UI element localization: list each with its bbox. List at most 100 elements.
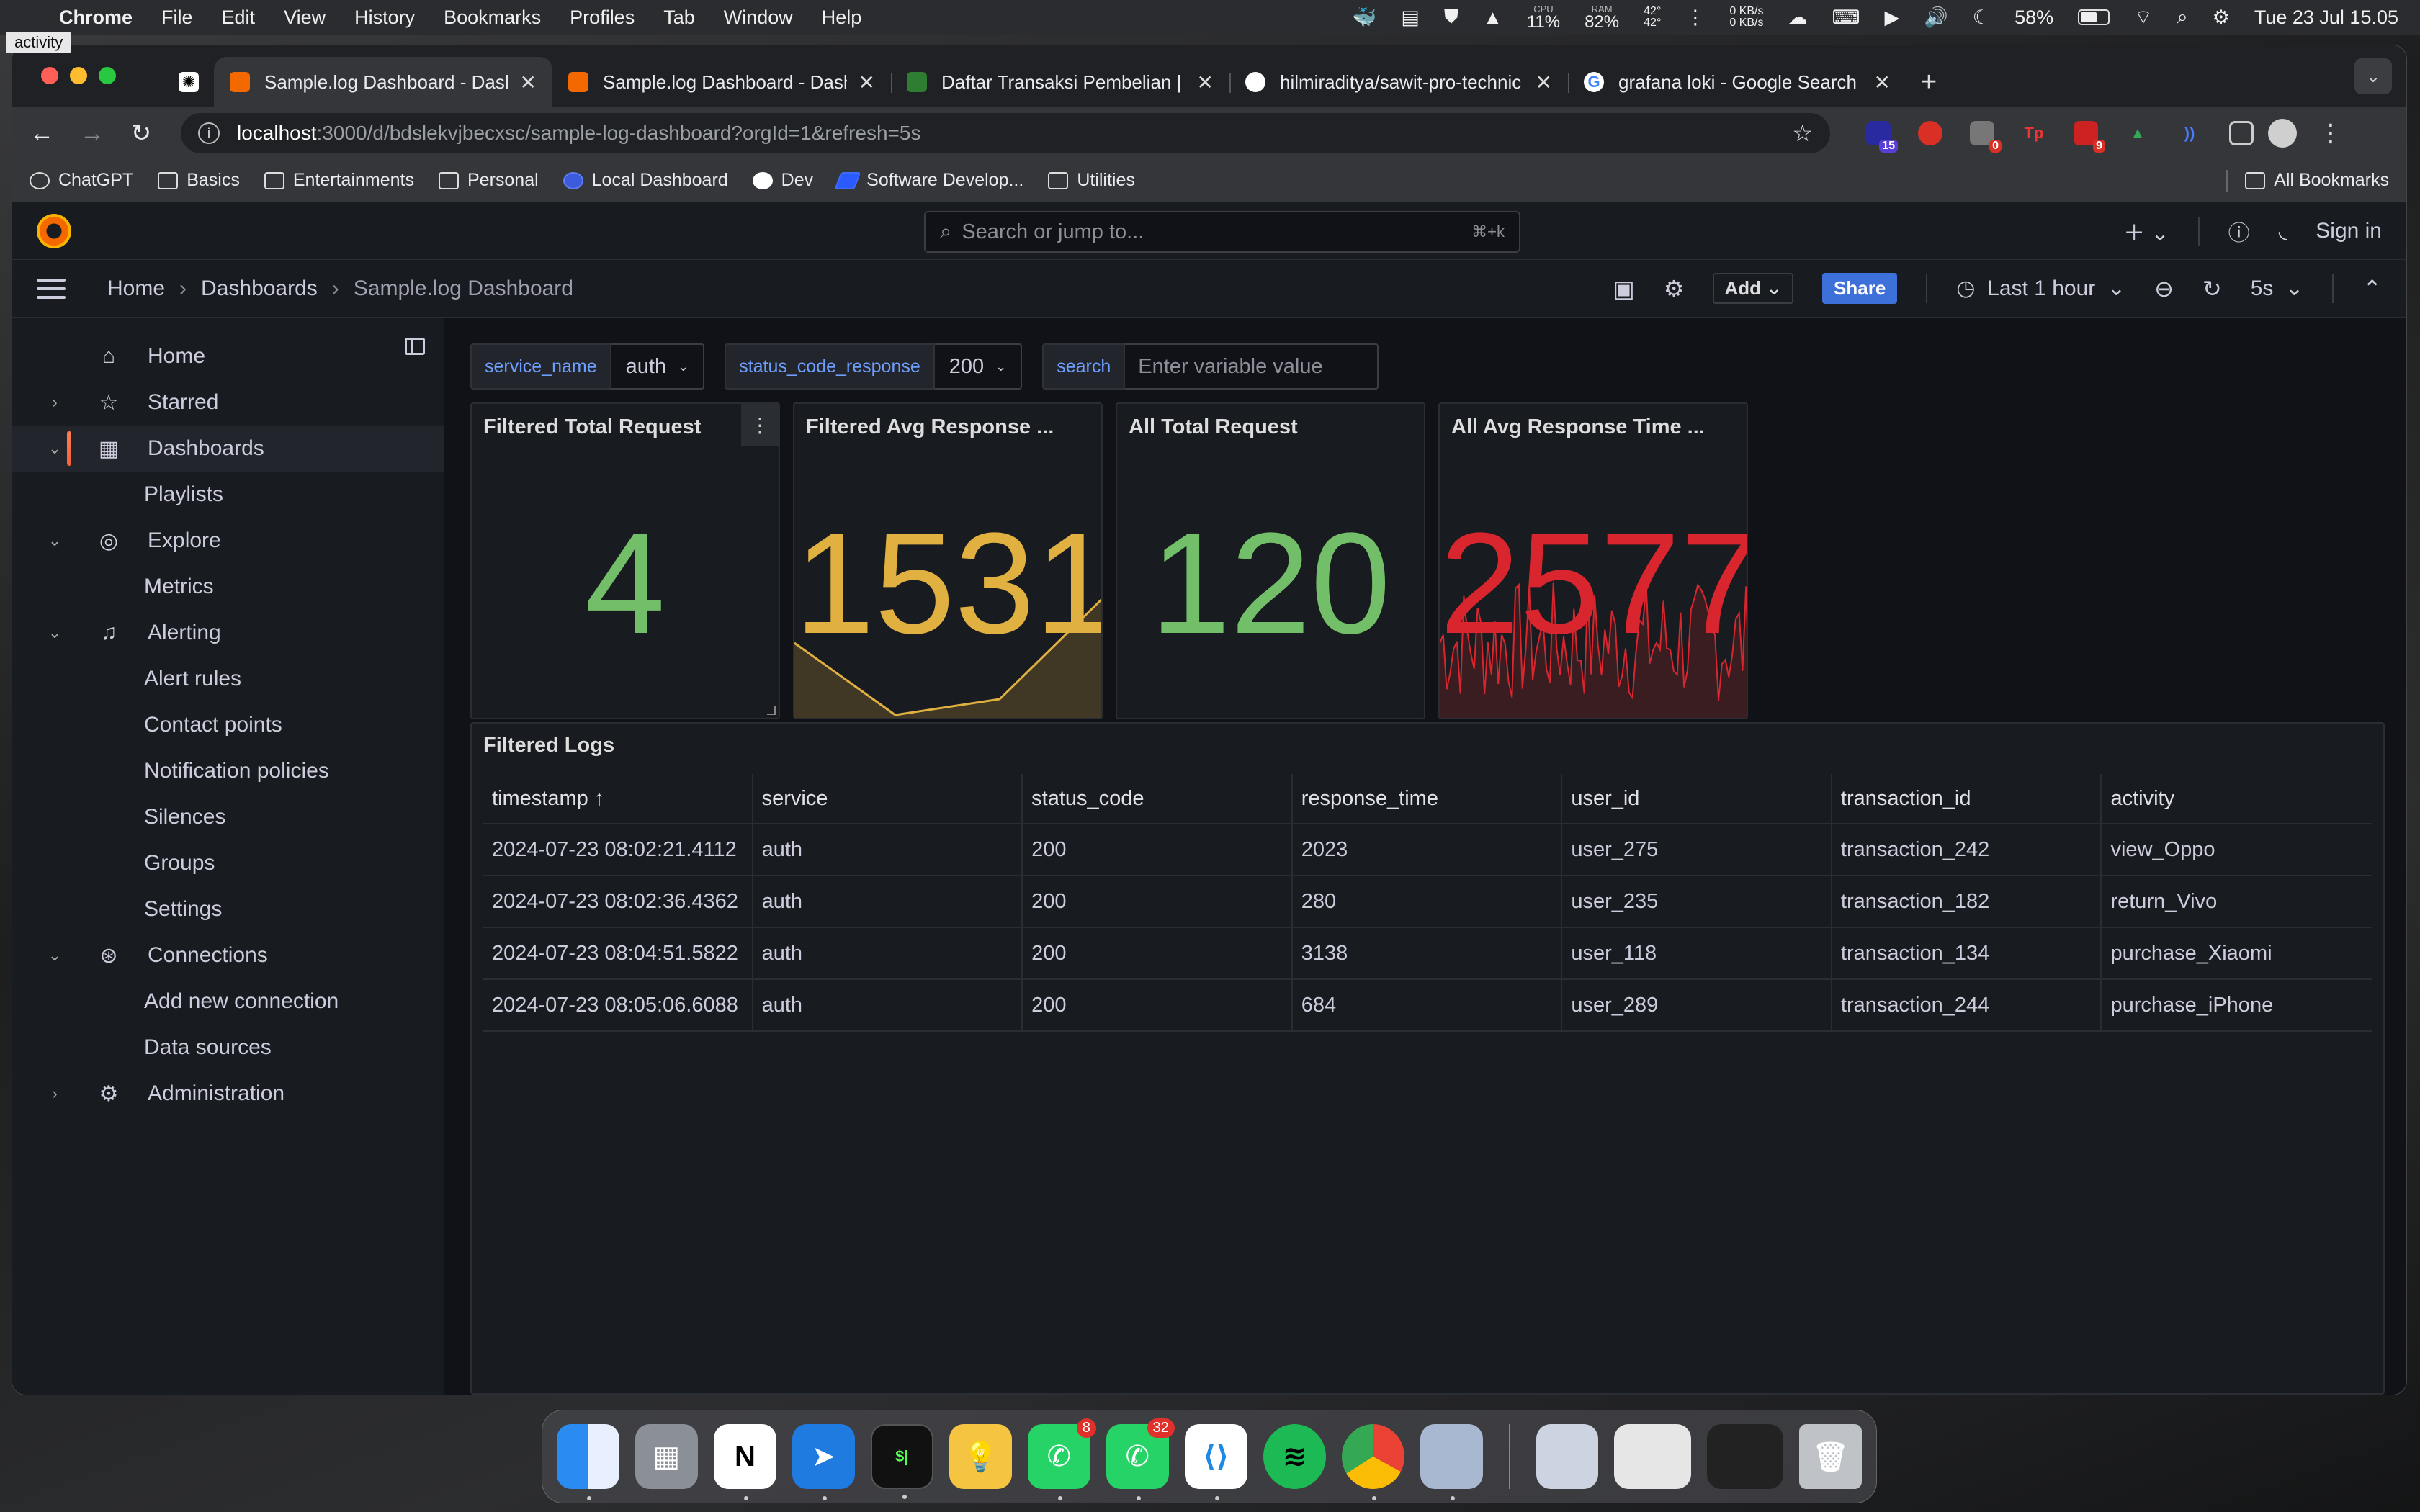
refresh-icon[interactable]: ↻ — [2202, 275, 2222, 302]
menu-view[interactable]: View — [284, 6, 326, 29]
news-rss-icon[interactable]: ◟ — [2279, 218, 2287, 243]
menu-help[interactable]: Help — [822, 6, 862, 29]
column-header[interactable]: service — [753, 774, 1023, 823]
whatsapp-business-icon[interactable]: ✆ 32 — [1106, 1418, 1175, 1500]
close-tab-icon[interactable]: ✕ — [1874, 71, 1891, 94]
extension-7-icon[interactable]: )) — [2177, 121, 2202, 145]
menu-profiles[interactable]: Profiles — [570, 6, 635, 29]
preview-icon[interactable] — [1420, 1424, 1483, 1500]
sidebar-item-groups[interactable]: Groups — [12, 840, 444, 886]
sidebar-item-alert-rules[interactable]: Alert rules — [12, 656, 444, 702]
sidebar-item-connections[interactable]: ⌄ ⊛ Connections — [12, 932, 444, 978]
bookmark-star-icon[interactable]: ☆ — [1792, 120, 1813, 147]
sidebar-item-metrics[interactable]: Metrics — [12, 564, 444, 610]
sidebar-item-home[interactable]: ⌂ Home — [12, 333, 444, 379]
bookmark-utilities[interactable]: Utilities — [1048, 170, 1135, 191]
bookmark-software-develop[interactable]: Software Develop... — [834, 170, 1023, 191]
panel-all-total-request[interactable]: All Total Request 120 — [1116, 402, 1425, 719]
menu-bookmarks[interactable]: Bookmarks — [444, 6, 541, 29]
sidebar-item-silences[interactable]: Silences — [12, 794, 444, 840]
bookmark-dev[interactable]: Dev — [752, 170, 813, 191]
tab-pinned-chatgpt[interactable]: ✺ — [163, 57, 214, 107]
extension-1-icon[interactable]: 15 — [1866, 121, 1898, 153]
new-tab-button[interactable]: + — [1921, 57, 1937, 107]
panel-filtered-avg-response[interactable]: Filtered Avg Response ... 1531 — [793, 402, 1103, 719]
sidebar-item-contact-points[interactable]: Contact points — [12, 702, 444, 748]
extension-3-icon[interactable]: 0 — [1970, 121, 2002, 153]
minimize-window-button[interactable] — [70, 67, 87, 84]
sidebar-item-add-new-connection[interactable]: Add new connection — [12, 978, 444, 1025]
close-tab-icon[interactable]: ✕ — [859, 71, 875, 94]
wifi-icon[interactable]: ⌔ — [2134, 5, 2152, 30]
panel-resize-handle[interactable] — [767, 706, 776, 715]
chevron-right-icon[interactable]: › — [41, 393, 68, 412]
docker-icon[interactable]: 🐳 — [1353, 6, 1377, 29]
bookmark-basics[interactable]: Basics — [158, 170, 240, 191]
play-icon[interactable]: ▶ — [1884, 6, 1899, 29]
breadcrumb-dashboards[interactable]: Dashboards — [201, 276, 318, 301]
sidebar-item-notification-policies[interactable]: Notification policies — [12, 748, 444, 794]
sidebar-item-administration[interactable]: › ⚙ Administration — [12, 1071, 444, 1117]
battery-icon[interactable] — [2078, 9, 2110, 25]
spotify-icon[interactable]: ≋ — [1263, 1424, 1326, 1489]
keyboard-icon[interactable]: ⌨ — [1832, 6, 1860, 29]
chevron-down-icon[interactable]: ⌄ — [41, 624, 68, 642]
sidebar-item-starred[interactable]: › ☆ Starred — [12, 379, 444, 426]
shield-icon[interactable]: ⛊ — [1444, 6, 1458, 29]
extension-5-icon[interactable]: 9 — [2074, 121, 2105, 153]
launchpad-icon[interactable]: ▦ — [635, 1424, 698, 1489]
chrome-menu-icon[interactable]: ⋮ — [2318, 119, 2343, 148]
drive-icon[interactable]: ▲ — [1483, 6, 1502, 29]
share-button[interactable]: Share — [1822, 273, 1898, 304]
sidebar-item-playlists[interactable]: Playlists — [12, 472, 444, 518]
whatsapp-icon[interactable]: ✆ 8 — [1027, 1418, 1096, 1500]
site-info-icon[interactable]: i — [198, 122, 220, 144]
tab-search-button[interactable]: ⌄ — [2354, 58, 2392, 94]
extension-2-icon[interactable] — [1918, 121, 1942, 145]
back-icon[interactable]: ← — [30, 120, 54, 148]
bookmark-chatgpt[interactable]: ChatGPT — [30, 170, 133, 191]
more-icon[interactable]: ⋮ — [1685, 6, 1705, 29]
bookmark-personal[interactable]: Personal — [438, 170, 539, 191]
variable-search-input[interactable]: Enter variable value — [1125, 343, 1379, 390]
refresh-interval-picker[interactable]: 5s ⌄ — [2251, 276, 2304, 301]
notion-icon[interactable]: N — [713, 1424, 776, 1500]
extension-tp-icon[interactable]: Tp — [2022, 121, 2046, 145]
profile-avatar[interactable] — [2268, 119, 2297, 148]
chrome-icon[interactable] — [1341, 1424, 1404, 1500]
chevron-down-icon[interactable]: ⌄ — [41, 946, 68, 965]
time-range-picker[interactable]: ◷ Last 1 hour ⌄ — [1956, 276, 2125, 301]
column-header[interactable]: response_time — [1293, 774, 1563, 823]
breadcrumb-home[interactable]: Home — [107, 276, 165, 301]
close-tab-icon[interactable]: ✕ — [1536, 71, 1552, 94]
spotlight-search-icon[interactable]: ⌕ — [2177, 6, 2188, 29]
temperature-stat[interactable]: 42° 42° — [1644, 6, 1661, 29]
column-header[interactable]: transaction_id — [1832, 774, 2102, 823]
sign-in-link[interactable]: Sign in — [2316, 219, 2382, 243]
grafana-logo-icon[interactable] — [37, 213, 71, 248]
menu-history[interactable]: History — [354, 6, 415, 29]
close-tab-icon[interactable]: ✕ — [520, 71, 537, 94]
dashboard-settings-icon[interactable]: ⚙ — [1664, 275, 1685, 302]
tab-google-search[interactable]: G grafana loki - Google Search ✕ — [1568, 57, 1906, 107]
sidebar-item-explore[interactable]: ⌄ ◎ Explore — [12, 518, 444, 564]
variable-select-service-name[interactable]: auth ⌄ — [611, 343, 705, 390]
address-bar[interactable]: i localhost:3000/d/bdslekvjbecxsc/sample… — [181, 113, 1830, 153]
bookmark-local-dashboard[interactable]: Local Dashboard — [563, 170, 728, 191]
finder-icon[interactable] — [557, 1424, 619, 1500]
notes-lightbulb-icon[interactable]: 💡 — [949, 1424, 1012, 1489]
terminal-icon[interactable]: $| — [870, 1424, 933, 1499]
column-header[interactable]: activity — [2102, 774, 2372, 823]
menu-chrome[interactable]: Chrome — [59, 6, 133, 29]
all-bookmarks[interactable]: All Bookmarks — [2245, 170, 2389, 191]
menu-clock[interactable]: Tue 23 Jul 15.05 — [2254, 6, 2398, 29]
menu-window[interactable]: Window — [724, 6, 793, 29]
forward-icon[interactable]: → — [80, 120, 104, 148]
chevron-right-icon[interactable]: › — [41, 1084, 68, 1103]
extensions-puzzle-icon[interactable] — [2229, 121, 2254, 145]
column-header[interactable]: timestamp ↑ — [483, 774, 753, 823]
ram-stat[interactable]: RAM 82% — [1585, 4, 1619, 31]
sidebar-item-alerting[interactable]: ⌄ ♫ Alerting — [12, 610, 444, 656]
column-header[interactable]: user_id — [1562, 774, 1832, 823]
search-input[interactable]: ⌕ Search or jump to... ⌘+k — [924, 211, 1520, 253]
